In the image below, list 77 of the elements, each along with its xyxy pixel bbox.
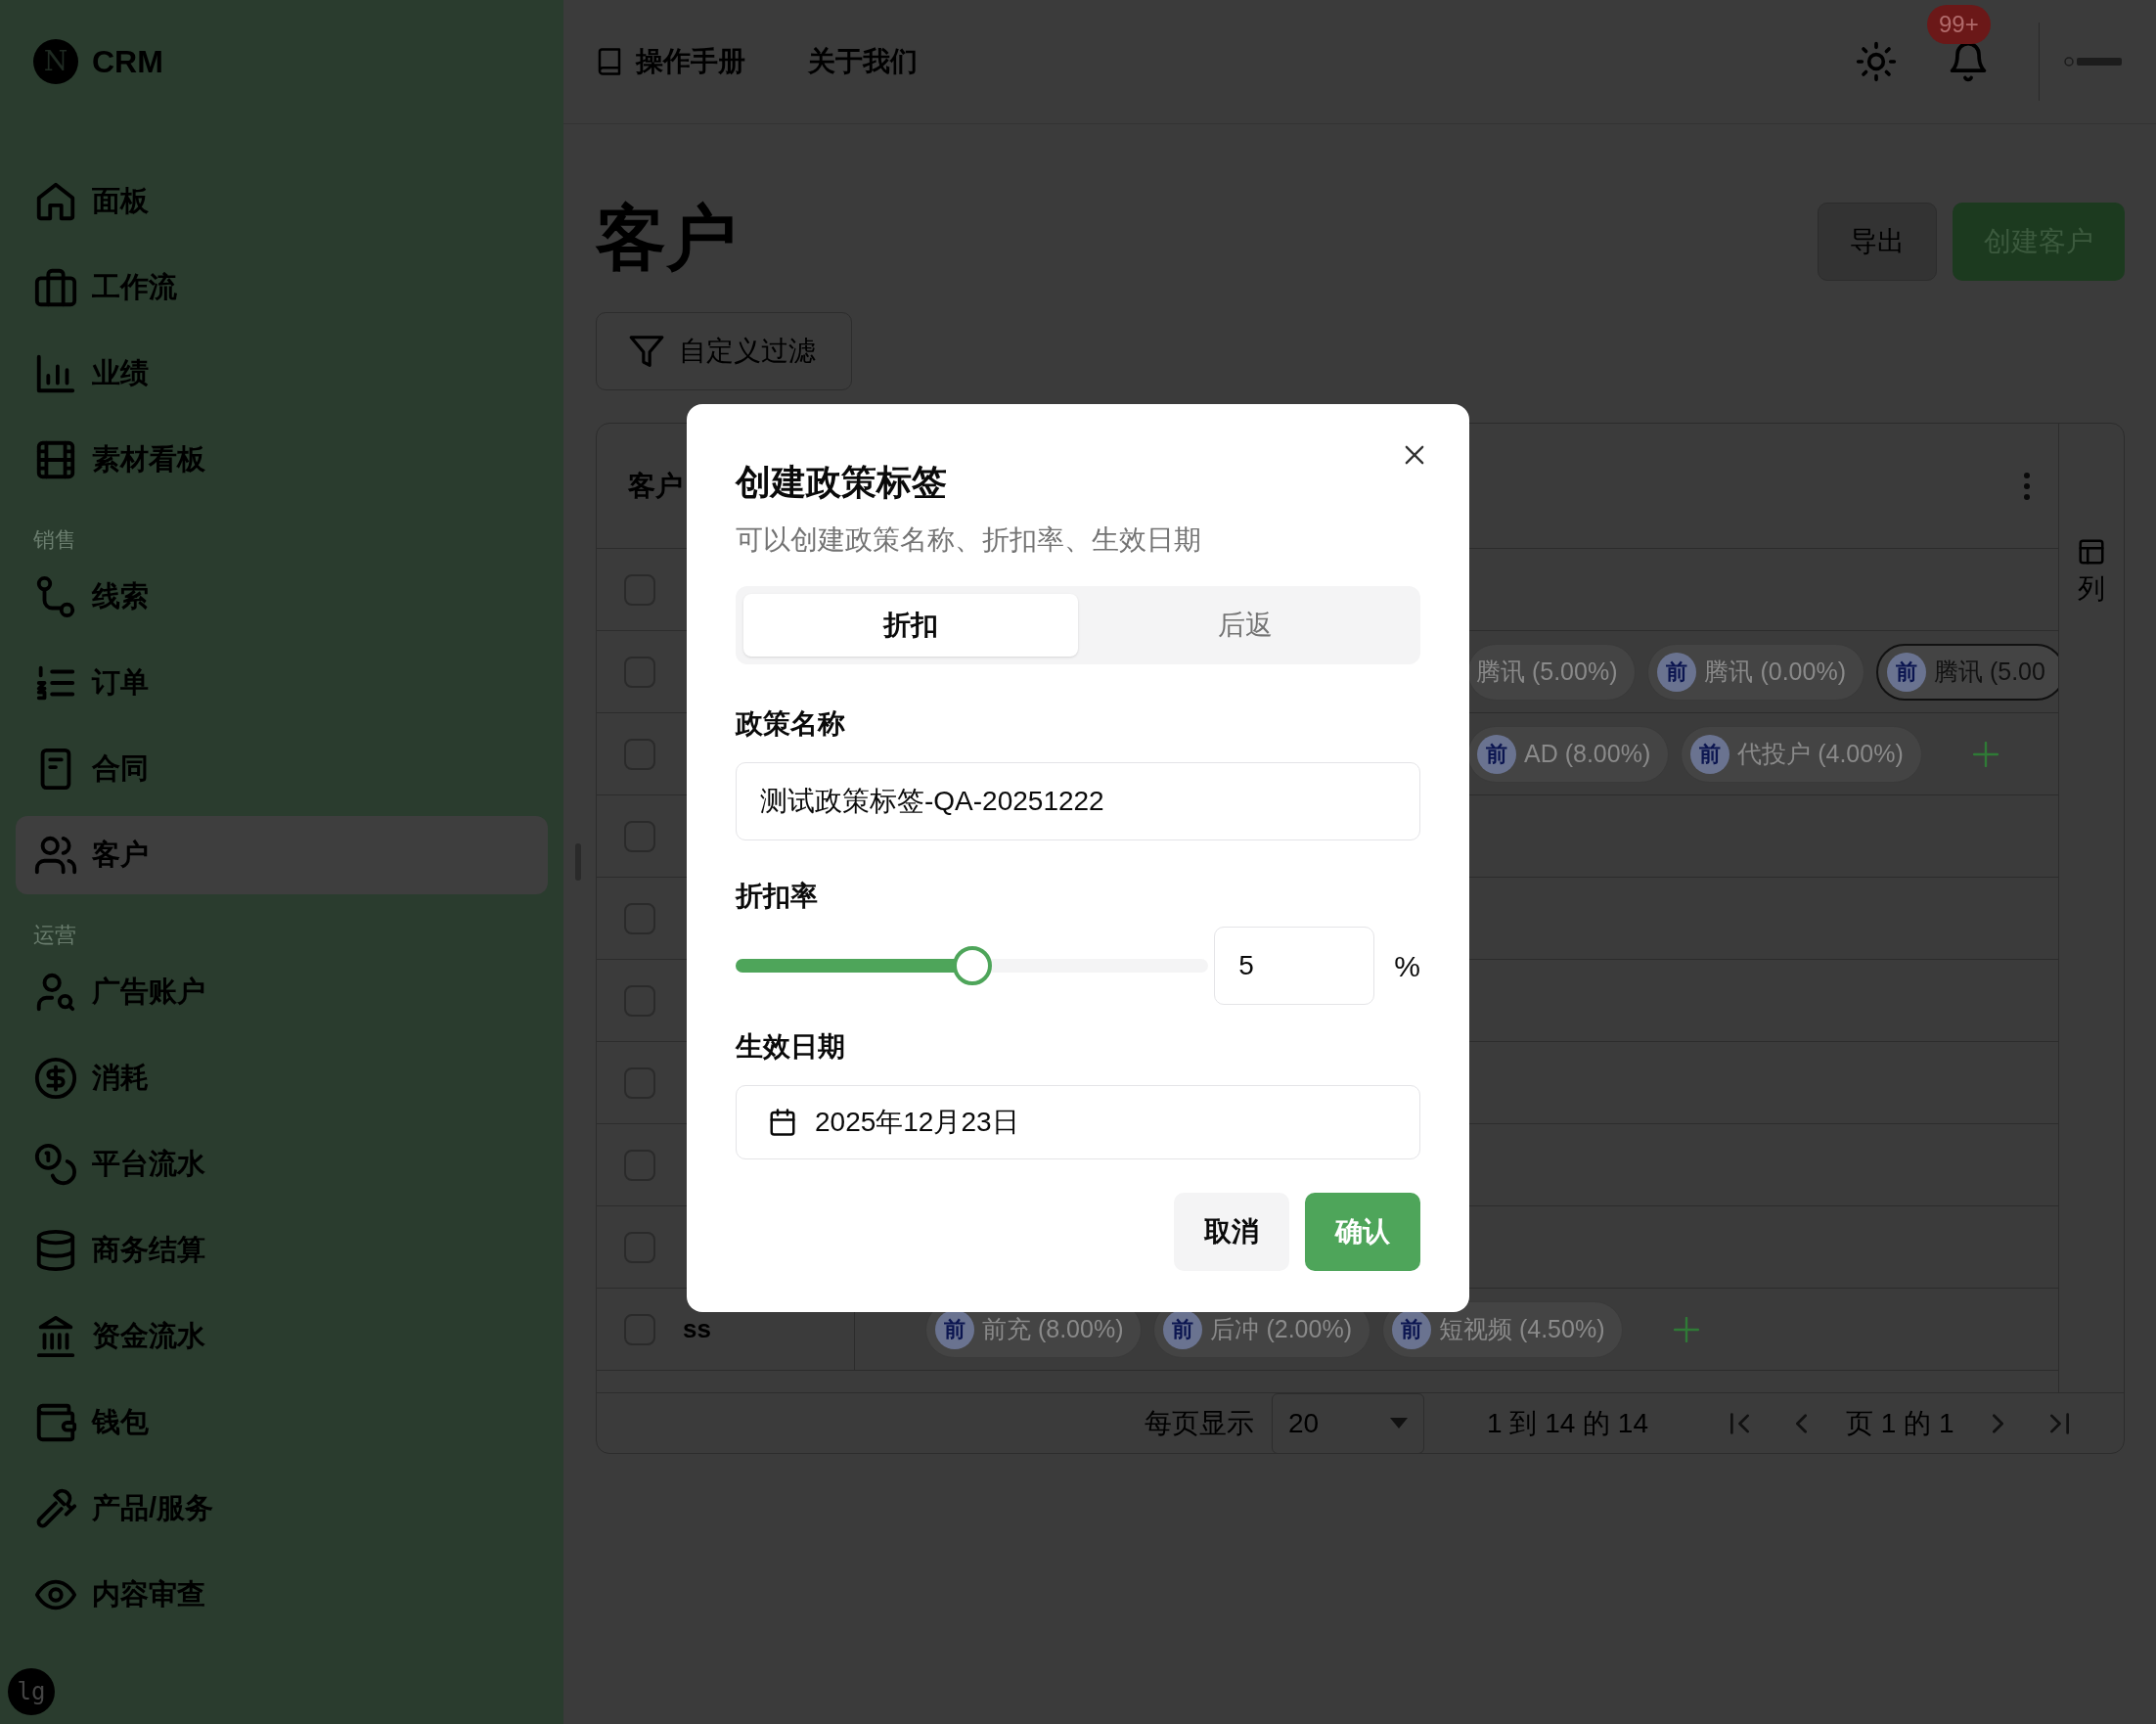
field-label: 政策名称 — [736, 707, 846, 741]
tag-label: 后冲 (2.00%) — [1210, 1313, 1352, 1344]
field-label: 生效日期 — [736, 1030, 846, 1064]
section-title: 销售 — [32, 526, 77, 554]
tag-label: 前充 (8.00%) — [982, 1313, 1124, 1344]
nav-item[interactable]: 资金流水 — [16, 1297, 548, 1376]
last-page-icon — [2050, 1412, 2070, 1434]
tag-badge: 前 — [1690, 734, 1730, 774]
nav-item[interactable]: 业绩 — [16, 335, 548, 413]
theme-sun-icon — [1855, 40, 1898, 83]
policy-tag[interactable]: 前 AD (8.00%) — [1467, 725, 1670, 783]
tag-label: 代投户 (4.00%) — [1737, 738, 1904, 769]
brand-name: CRM — [92, 42, 163, 81]
policy-name-input[interactable]: 测试政策标签-QA-20251222 — [736, 762, 1420, 840]
tag-badge: 前 — [1657, 652, 1697, 692]
header-link[interactable]: 关于我们 — [808, 41, 918, 82]
nav-item[interactable]: 商务结算 — [16, 1211, 548, 1290]
dollar-circle-icon — [33, 1056, 78, 1101]
nav-item[interactable]: 工作流 — [16, 249, 548, 327]
tag-label: 腾讯 (5.00%) — [1476, 656, 1618, 687]
dialog-title: 创建政策标签 — [736, 461, 948, 504]
policy-tag[interactable]: 前 代投户 (4.00%) — [1681, 725, 1922, 783]
first-page-icon — [1730, 1412, 1749, 1434]
nav-item[interactable]: 钱包 — [16, 1384, 548, 1462]
columns-icon — [2077, 537, 2106, 567]
column-header: 客户 — [628, 469, 683, 503]
policy-tag[interactable]: 前 腾讯 (0.00%) — [1647, 643, 1864, 701]
tag-label: AD (8.00%) — [1524, 738, 1651, 769]
nav-item[interactable]: 消耗 — [16, 1039, 548, 1117]
nav-item[interactable]: 客户 — [16, 816, 548, 894]
section-title: 运营 — [32, 922, 77, 949]
tag-badge: 前 — [1163, 1309, 1203, 1349]
policy-tag[interactable]: 前 短视频 (4.50%) — [1381, 1300, 1624, 1358]
tab[interactable]: 折扣 — [743, 594, 1078, 657]
previous-page-icon — [1796, 1412, 1807, 1434]
columns-label[interactable]: 列 — [2078, 568, 2105, 610]
dropdown-caret-icon — [1390, 1417, 1408, 1429]
tag-badge: 前 — [1477, 734, 1516, 774]
discount-rate-input[interactable]: 5 — [1214, 927, 1375, 1005]
nav-item[interactable]: 内容审查 — [16, 1556, 548, 1634]
filter-button[interactable]: 自定义过滤 — [596, 312, 852, 390]
range-text: 1 到 14 的 14 — [1487, 1406, 1648, 1440]
discount-slider[interactable] — [736, 946, 1209, 985]
tab[interactable]: 后返 — [1078, 594, 1413, 657]
user-avatar[interactable]: lg — [8, 1668, 55, 1715]
filter-icon — [628, 333, 665, 370]
per-page-label: 每页显示 — [1145, 1406, 1254, 1440]
tag-label: 腾讯 (0.00%) — [1704, 656, 1846, 687]
tag-label: 短视频 (4.50%) — [1438, 1313, 1605, 1344]
page-indicator: 页 1 的 1 — [1846, 1406, 1954, 1440]
next-page-icon — [1993, 1412, 2004, 1434]
nav-item[interactable]: 线索 — [16, 558, 548, 636]
notification-badge: 99+ — [1927, 5, 1991, 44]
nav-item[interactable]: 素材看板 — [16, 421, 548, 499]
nav-item[interactable]: 平台流水 — [16, 1125, 548, 1203]
nav-item[interactable]: 面板 — [16, 162, 548, 241]
field-label: 折扣率 — [736, 880, 819, 913]
policy-tag[interactable]: 腾讯 (5.00%) — [1467, 643, 1637, 701]
slider-thumb[interactable] — [952, 946, 992, 985]
percent-unit: % — [1394, 948, 1420, 984]
header-link[interactable]: 操作手册 — [595, 41, 745, 82]
nav-item[interactable]: 合同 — [16, 730, 548, 808]
dialog-subtitle: 可以创建政策名称、折扣率、生效日期 — [736, 523, 1202, 557]
more-vertical-icon — [2023, 471, 2031, 501]
nav-item[interactable]: 产品/服务 — [16, 1470, 548, 1548]
tag-badge: 前 — [935, 1309, 974, 1349]
coins-icon — [33, 1142, 78, 1187]
customer-name: ss — [683, 1313, 711, 1345]
cancel-button[interactable]: 取消 — [1174, 1193, 1289, 1271]
nav-item[interactable]: 订单 — [16, 644, 548, 722]
nav-item[interactable]: 广告账户 — [16, 953, 548, 1031]
tag-badge: 前 — [1391, 1309, 1431, 1349]
page-title: 客户 — [596, 203, 737, 273]
calendar-icon — [768, 1108, 797, 1137]
confirm-button[interactable]: 确认 — [1305, 1193, 1420, 1271]
date-picker-field[interactable]: 2025年12月23日 — [736, 1085, 1420, 1159]
tag-badge: 前 — [1886, 652, 1926, 692]
